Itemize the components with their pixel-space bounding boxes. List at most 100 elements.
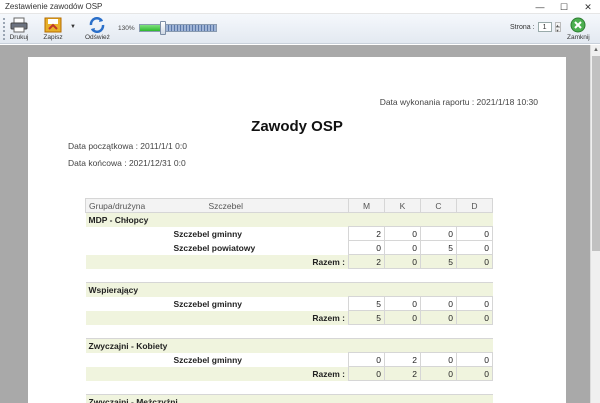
toolbar-grip[interactable] [3, 18, 5, 40]
sum-cell-k: 2 [384, 366, 421, 381]
sum-cell-d: 0 [456, 366, 493, 381]
vertical-scrollbar[interactable]: ▲ [590, 45, 600, 403]
sum-cell-d: 0 [456, 310, 493, 325]
title-bar: Zestawienie zawodów OSP — ☐ ✕ [0, 0, 600, 14]
group-row: Wspierający [85, 282, 493, 297]
end-date: Data końcowa : 2021/12/31 0:0 [68, 158, 186, 168]
refresh-label: Odśwież [85, 34, 110, 41]
close-report-button[interactable]: Zamknij [567, 16, 590, 41]
value-cell-m: 2 [348, 226, 385, 241]
sum-row: Razem :0200 [85, 366, 493, 381]
save-label: Zapisz [43, 34, 63, 41]
refresh-icon [87, 16, 107, 34]
sum-cell-m: 5 [348, 310, 385, 325]
value-cell-m: 0 [348, 240, 385, 255]
page-down-icon[interactable]: ▼ [554, 27, 561, 33]
maximize-button[interactable]: ☐ [552, 0, 576, 14]
value-cell-k: 2 [384, 352, 421, 367]
close-report-label: Zamknij [567, 34, 590, 41]
sum-cell-k: 0 [384, 310, 421, 325]
table-row: Szczebel powiatowy 0 0 5 0 [85, 240, 493, 255]
start-date: Data początkowa : 2011/1/1 0:0 [68, 141, 187, 151]
table-row: Szczebel gminny 0 2 0 0 [85, 352, 493, 367]
save-button[interactable]: Zapisz [43, 16, 63, 41]
zoom-slider-thumb[interactable] [160, 21, 166, 35]
value-cell-d: 0 [456, 352, 493, 367]
print-button[interactable]: Drukuj [9, 16, 29, 41]
sum-label: Razem : [85, 366, 349, 381]
group-row: Zwyczajni - Mężczyźni [85, 394, 493, 403]
window-controls: — ☐ ✕ [528, 0, 600, 14]
table-body: MDP - Chłopcy Szczebel gminny 2 0 0 0 Szczebel… [85, 212, 493, 403]
value-cell-k: 0 [384, 240, 421, 255]
value-cell-m: 0 [348, 352, 385, 367]
value-cell-d: 0 [456, 240, 493, 255]
table-row: Szczebel gminny 2 0 0 0 [85, 226, 493, 241]
sum-cell-k: 0 [384, 254, 421, 269]
value-cell-d: 0 [456, 226, 493, 241]
sum-cell-m: 0 [348, 366, 385, 381]
level-cell: Szczebel powiatowy [85, 240, 349, 255]
level-cell: Szczebel gminny [85, 296, 349, 311]
group-spacer [85, 380, 493, 395]
level-cell: Szczebel gminny [85, 226, 349, 241]
report-generated-date: Data wykonania raportu : 2021/1/18 10:30 [379, 97, 538, 107]
save-icon [43, 16, 63, 34]
sum-cell-c: 5 [420, 254, 457, 269]
scroll-up-icon[interactable]: ▲ [591, 45, 600, 55]
value-cell-k: 0 [384, 296, 421, 311]
zoom-slider[interactable] [139, 21, 217, 35]
sum-label: Razem : [85, 254, 349, 269]
table-header: Grupa/drużyna Szczebel M K C D [85, 198, 493, 213]
page-label: Strona : [510, 23, 535, 31]
value-cell-c: 0 [420, 352, 457, 367]
level-cell: Szczebel gminny [85, 352, 349, 367]
col-c: C [420, 198, 457, 213]
value-cell-d: 0 [456, 296, 493, 311]
group-name: Zwyczajni - Mężczyźni [85, 394, 493, 403]
report-viewport[interactable]: Data wykonania raportu : 2021/1/18 10:30… [0, 45, 590, 403]
group-name: MDP - Chłopcy [85, 212, 493, 227]
page-navigator: Strona : 1 ▲ ▼ [510, 22, 561, 33]
sum-cell-m: 2 [348, 254, 385, 269]
printer-icon [9, 16, 29, 34]
sum-cell-c: 0 [420, 310, 457, 325]
group-row: MDP - Chłopcy [85, 212, 493, 227]
page-spinner[interactable]: ▲ ▼ [554, 22, 561, 33]
sum-label: Razem : [85, 310, 349, 325]
group-name: Wspierający [85, 282, 493, 297]
group-name: Zwyczajni - Kobiety [85, 338, 493, 353]
save-dropdown-arrow-icon[interactable]: ▼ [70, 24, 76, 30]
results-table: Grupa/drużyna Szczebel M K C D MDP - Chł… [85, 198, 493, 403]
value-cell-c: 5 [420, 240, 457, 255]
spacer-cell [85, 380, 493, 395]
zoom-slider-track [165, 25, 216, 31]
zoom-label: 130% [118, 25, 135, 32]
value-cell-k: 0 [384, 226, 421, 241]
sum-cell-c: 0 [420, 366, 457, 381]
close-circle-icon [568, 16, 588, 34]
print-label: Drukuj [9, 34, 29, 41]
close-window-button[interactable]: ✕ [576, 0, 600, 14]
sum-row: Razem :5000 [85, 310, 493, 325]
spacer-cell [85, 324, 493, 339]
refresh-button[interactable]: Odśwież [85, 16, 110, 41]
scrollbar-thumb[interactable] [592, 56, 600, 251]
report-page: Data wykonania raportu : 2021/1/18 10:30… [28, 57, 566, 403]
value-cell-c: 0 [420, 226, 457, 241]
toolbar: Drukuj Zapisz ▼ Odśwież 130% Strona : 1 … [0, 14, 600, 44]
col-level: Szczebel [205, 198, 349, 213]
col-d: D [456, 198, 493, 213]
col-m: M [348, 198, 385, 213]
minimize-button[interactable]: — [528, 0, 552, 14]
report-title: Zawody OSP [251, 118, 343, 135]
table-row: Szczebel gminny 5 0 0 0 [85, 296, 493, 311]
group-spacer [85, 324, 493, 339]
group-spacer [85, 268, 493, 283]
col-k: K [384, 198, 421, 213]
value-cell-c: 0 [420, 296, 457, 311]
sum-row: Razem :2050 [85, 254, 493, 269]
sum-cell-d: 0 [456, 254, 493, 269]
col-group: Grupa/drużyna [85, 198, 206, 213]
page-input[interactable]: 1 [537, 22, 552, 32]
